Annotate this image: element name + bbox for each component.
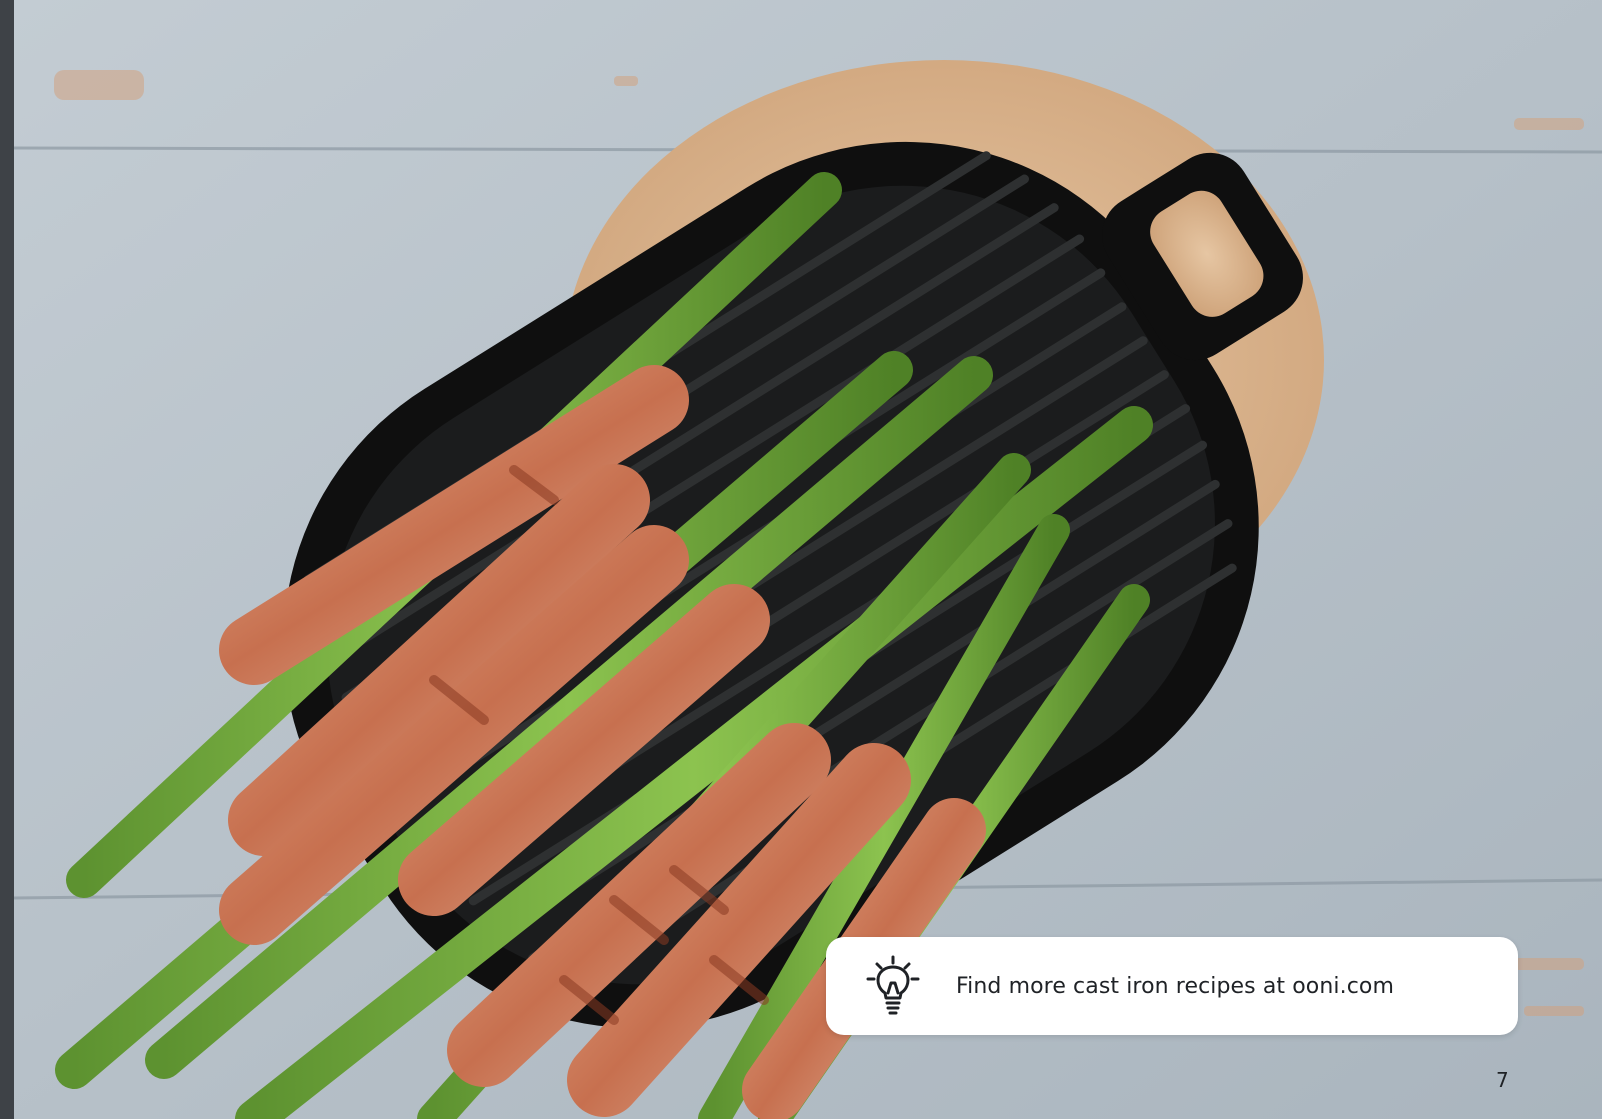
lightbulb-icon <box>864 955 922 1017</box>
tip-text: Find more cast iron recipes at ooni.com <box>956 973 1394 999</box>
recipe-tip-callout: Find more cast iron recipes at ooni.com <box>826 937 1518 1035</box>
page-edge-strip <box>0 0 14 1119</box>
page-number: 7 <box>1496 1068 1509 1092</box>
recipe-book-page: Find more cast iron recipes at ooni.com … <box>0 0 1602 1119</box>
